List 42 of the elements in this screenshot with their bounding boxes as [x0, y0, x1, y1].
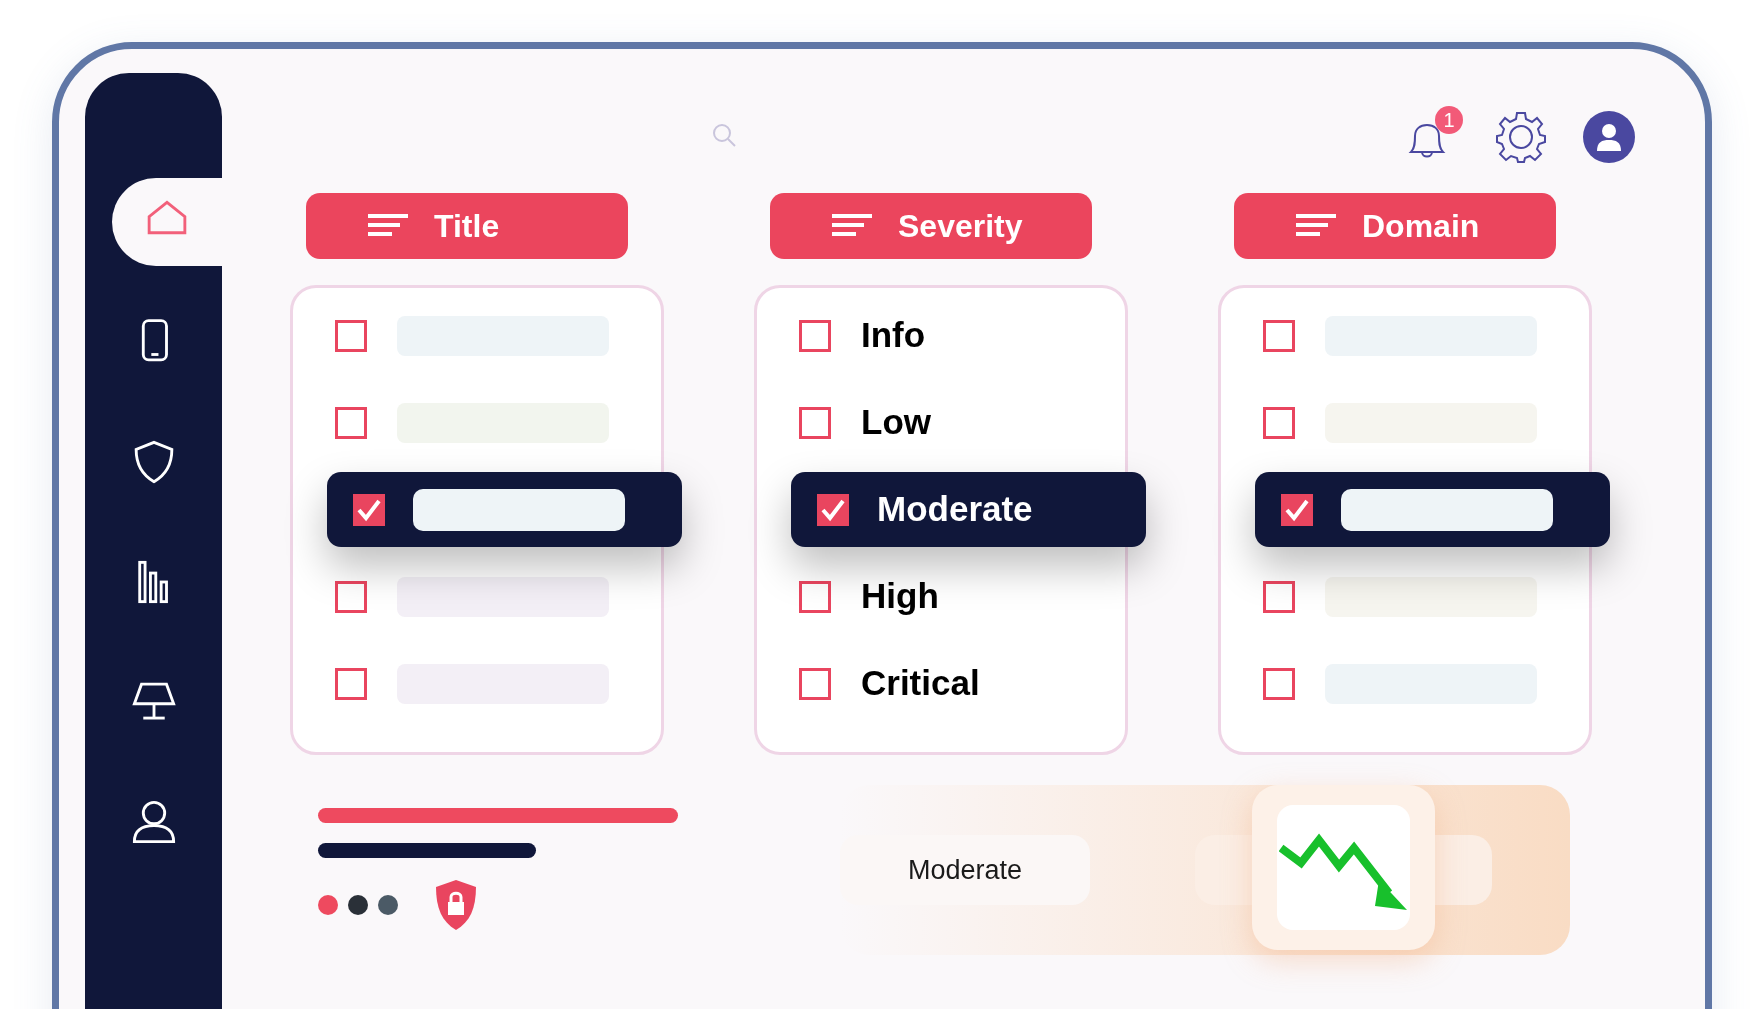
shield-lock-icon: [434, 878, 478, 932]
column-header-button[interactable]: Title: [306, 193, 628, 259]
option-label: Critical: [861, 662, 980, 705]
option-row[interactable]: Critical: [757, 646, 1125, 721]
settings-icon[interactable]: [1493, 109, 1549, 165]
checkbox[interactable]: [335, 580, 367, 613]
option-row[interactable]: Low: [757, 385, 1125, 460]
checkbox[interactable]: [335, 667, 367, 700]
option-label: High: [861, 575, 939, 618]
option-label: Low: [861, 401, 931, 444]
user-silhouette-icon: [1596, 123, 1622, 151]
avatar[interactable]: [1583, 111, 1635, 163]
checkbox[interactable]: [1263, 580, 1295, 613]
checkbox[interactable]: [799, 667, 831, 700]
option-row[interactable]: Info: [757, 298, 1125, 373]
column-header-button[interactable]: Severity: [770, 193, 1092, 259]
sort-lines-icon: [832, 214, 872, 238]
option-label: Moderate: [877, 488, 1033, 531]
checkbox[interactable]: [1263, 406, 1295, 439]
checkmark-icon: [820, 497, 846, 522]
checkbox[interactable]: [353, 493, 385, 526]
notification-badge: 1: [1435, 106, 1463, 134]
column-header-button[interactable]: Domain: [1234, 193, 1556, 259]
checkbox[interactable]: [799, 580, 831, 613]
checkbox[interactable]: [817, 493, 849, 526]
checkmark-icon: [1284, 497, 1310, 522]
selected-row[interactable]: [1255, 472, 1610, 547]
selected-row[interactable]: [327, 472, 682, 547]
checkbox[interactable]: [1281, 493, 1313, 526]
checkmark-icon: [356, 497, 382, 522]
checkbox[interactable]: [799, 406, 831, 439]
status-label: Moderate: [840, 835, 1090, 905]
checkbox[interactable]: [335, 406, 367, 439]
checkbox[interactable]: [335, 319, 367, 352]
option-label: Info: [861, 314, 926, 357]
checkbox[interactable]: [799, 319, 831, 352]
checkbox[interactable]: [1263, 667, 1295, 700]
sort-lines-icon: [368, 214, 408, 238]
option-row[interactable]: High: [757, 559, 1125, 634]
sort-lines-icon: [1296, 214, 1336, 238]
selected-row[interactable]: Moderate: [791, 472, 1146, 547]
checkbox[interactable]: [1263, 319, 1295, 352]
